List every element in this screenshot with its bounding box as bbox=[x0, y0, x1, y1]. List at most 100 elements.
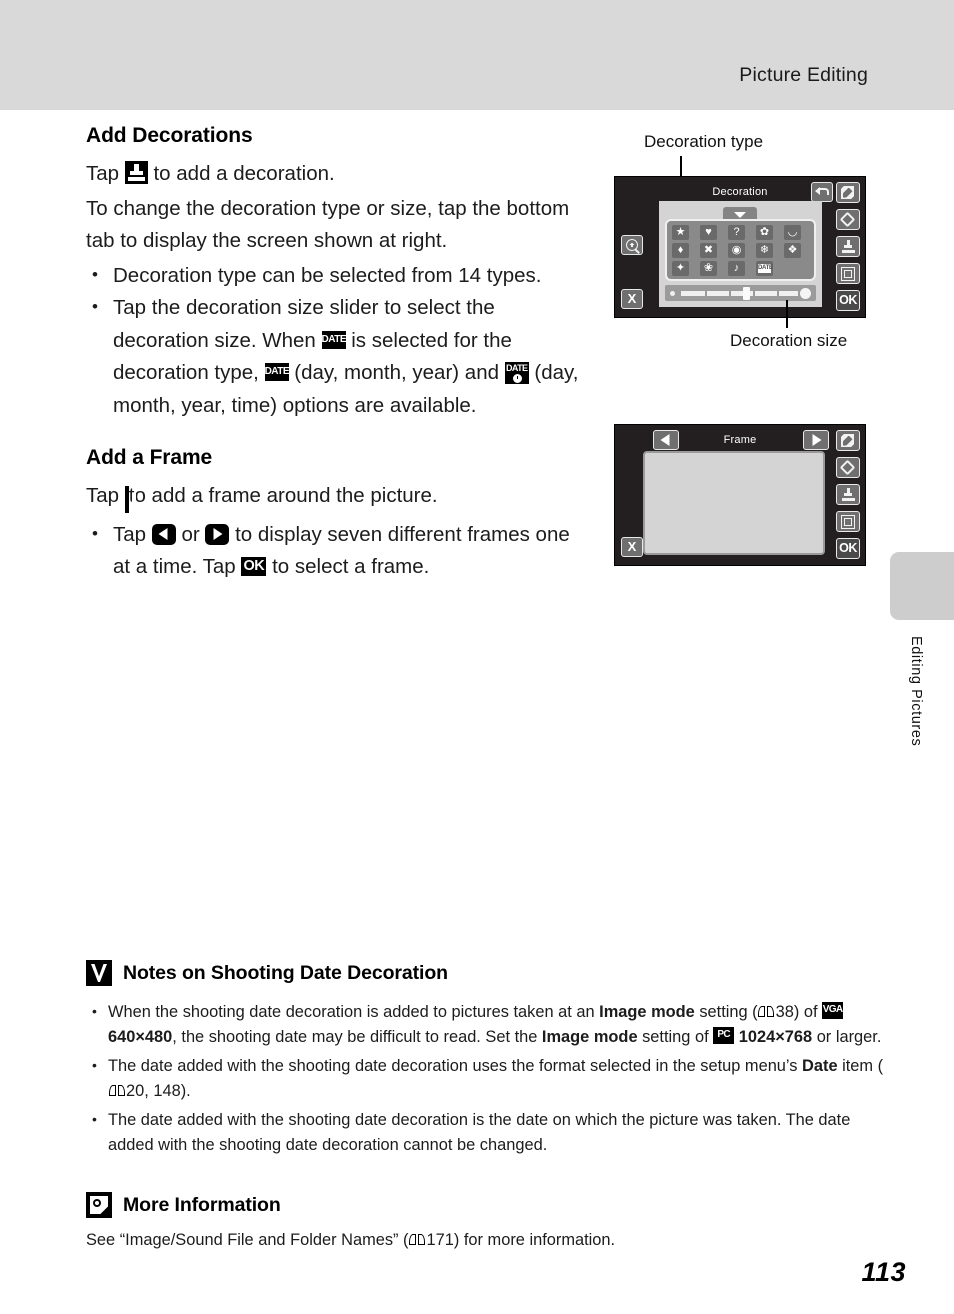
zoom-button[interactable] bbox=[621, 235, 643, 255]
info-page-ref: 171 bbox=[426, 1231, 454, 1249]
previous-frame-button[interactable] bbox=[653, 430, 679, 450]
frame-screen-illustration: Frame X OK bbox=[614, 424, 866, 566]
info-icon bbox=[86, 1192, 112, 1218]
vga-icon: VGA bbox=[822, 1002, 844, 1019]
add-decorations-paragraph: To change the decoration type or size, t… bbox=[86, 196, 570, 253]
cancel-button[interactable]: X bbox=[621, 537, 643, 557]
close-x-icon: X bbox=[627, 539, 637, 554]
decoration-type-panel: ★ ♥ ? ✿ ◡ ♦ ✖ ◉ ❄ ❖ ✦ ❀ ♪ DATE bbox=[665, 219, 816, 281]
note-page-ref: 38 bbox=[775, 1003, 794, 1021]
pencil-tool-button[interactable] bbox=[836, 182, 860, 203]
ok-button[interactable]: OK bbox=[836, 290, 860, 311]
stamp-icon bbox=[841, 488, 855, 502]
note-text: When the shooting date decoration is add… bbox=[108, 1003, 600, 1021]
decoration-cell-headphones[interactable]: ◡ bbox=[784, 225, 801, 240]
left-arrow-icon bbox=[654, 431, 678, 449]
notes-info-body: See “Image/Sound File and Folder Names” … bbox=[86, 1231, 615, 1250]
eraser-tool-button[interactable] bbox=[836, 457, 860, 478]
decoration-cell-droplet[interactable]: ♦ bbox=[672, 243, 689, 258]
slider-knob[interactable] bbox=[743, 287, 750, 300]
note-bold: 640×480 bbox=[108, 1028, 173, 1046]
notes-info-title: More Information bbox=[123, 1193, 281, 1216]
book-reference-icon bbox=[758, 1005, 775, 1019]
section-heading-add-decorations: Add Decorations bbox=[86, 124, 253, 147]
note-text: item ( bbox=[837, 1057, 884, 1075]
decoration-size-slider[interactable] bbox=[665, 285, 816, 301]
date-icon: DATE bbox=[321, 330, 346, 349]
stamp-icon bbox=[124, 161, 148, 184]
ok-button[interactable]: OK bbox=[836, 538, 860, 559]
frame-tool-button[interactable] bbox=[836, 511, 860, 532]
note-text: ). bbox=[180, 1082, 191, 1100]
slider-max-marker bbox=[800, 288, 811, 299]
stamp-tool-button[interactable] bbox=[836, 484, 860, 505]
note-text: ) of bbox=[793, 1003, 823, 1021]
frame-tool-button[interactable] bbox=[836, 263, 860, 284]
stamp-tool-button[interactable] bbox=[836, 236, 860, 257]
main-text-column: Add Decorations Tap to add a decoration.… bbox=[86, 124, 586, 584]
stamp-icon bbox=[841, 240, 855, 254]
note-page-ref: 20, 148 bbox=[126, 1082, 181, 1100]
note-bold: 1024×768 bbox=[738, 1028, 813, 1046]
left-arrow-icon bbox=[151, 523, 176, 545]
pencil-icon bbox=[841, 186, 854, 199]
frame-bullet-part2: or bbox=[181, 522, 200, 546]
notes-info-header: More Information bbox=[86, 1192, 281, 1218]
note-text: The date added with the shooting date de… bbox=[108, 1057, 803, 1075]
note-text: or larger. bbox=[812, 1028, 882, 1046]
date-time-icon: DATE bbox=[504, 362, 529, 384]
note-item: When the shooting date decoration is add… bbox=[86, 999, 886, 1050]
undo-icon bbox=[815, 186, 830, 199]
add-decorations-intro: Tap to add a decoration. bbox=[86, 158, 586, 191]
decoration-cell-blossom[interactable]: ❀ bbox=[700, 261, 717, 276]
decoration-cell-date[interactable]: DATE bbox=[756, 261, 773, 276]
info-text-post: ) for more information. bbox=[453, 1231, 616, 1249]
note-text: setting of bbox=[637, 1028, 714, 1046]
book-reference-icon bbox=[108, 1084, 125, 1098]
frame-intro-post: to add a frame around the picture. bbox=[128, 484, 438, 507]
slider-track bbox=[681, 291, 798, 296]
decoration-cell-question[interactable]: ? bbox=[728, 225, 745, 240]
note-bold: Image mode bbox=[599, 1003, 695, 1021]
decoration-cell-note[interactable]: ♪ bbox=[728, 261, 745, 276]
eraser-tool-button[interactable] bbox=[836, 209, 860, 230]
page-header-title: Picture Editing bbox=[739, 64, 868, 86]
bullet-decoration-types: Decoration type can be selected from 14 … bbox=[86, 259, 586, 293]
decoration-screen-illustration: Decoration X OK ★ ♥ ? ✿ ◡ ♦ ✖ ◉ ❄ ❖ ✦ ❀ … bbox=[614, 176, 866, 318]
note-text: The date added with the shooting date de… bbox=[108, 1111, 851, 1154]
frame-icon bbox=[124, 486, 136, 513]
notes-caution-body: When the shooting date decoration is add… bbox=[86, 999, 886, 1162]
frame-bullet-part4: to select a frame. bbox=[272, 555, 430, 578]
decoration-picker-stage: ★ ♥ ? ✿ ◡ ♦ ✖ ◉ ❄ ❖ ✦ ❀ ♪ DATE bbox=[659, 201, 822, 307]
next-frame-button[interactable] bbox=[803, 430, 829, 450]
frame-intro-pre: Tap bbox=[86, 484, 120, 507]
decoration-cell-leaf[interactable]: ✿ bbox=[756, 225, 773, 240]
cancel-button[interactable]: X bbox=[621, 289, 643, 309]
date-dmy-icon: DATE bbox=[264, 363, 289, 381]
add-a-frame-intro: Tap to add a frame around the picture. bbox=[86, 480, 586, 517]
bullet-decoration-size: Tap the decoration size slider to select… bbox=[86, 291, 586, 422]
book-reference-icon bbox=[409, 1233, 426, 1247]
decoration-cell-star[interactable]: ★ bbox=[672, 225, 689, 240]
header-band bbox=[0, 0, 954, 110]
bullet-size-part3: (day, month, year) and bbox=[294, 361, 500, 384]
decoration-cell-heart[interactable]: ♥ bbox=[700, 225, 717, 240]
undo-button[interactable] bbox=[811, 182, 833, 202]
caution-icon bbox=[86, 960, 112, 986]
frame-icon bbox=[841, 515, 855, 529]
pencil-tool-button[interactable] bbox=[836, 430, 860, 451]
note-item: The date added with the shooting date de… bbox=[86, 1053, 886, 1104]
decoration-cell-butterfly[interactable]: ✖ bbox=[700, 243, 717, 258]
decoration-cell-sparkle[interactable]: ✦ bbox=[672, 261, 689, 276]
pencil-icon bbox=[841, 434, 854, 447]
note-text: setting ( bbox=[694, 1003, 758, 1021]
decoration-cell-ribbon[interactable]: ❄ bbox=[756, 243, 773, 258]
intro-post-text: to add a decoration. bbox=[153, 162, 335, 185]
notes-caution-title: Notes on Shooting Date Decoration bbox=[123, 961, 448, 984]
ok-icon: OK bbox=[839, 293, 857, 307]
decoration-cell-flower-ring[interactable]: ◉ bbox=[728, 243, 745, 258]
pc-icon: PC bbox=[713, 1027, 735, 1044]
page-number: 113 bbox=[861, 1257, 906, 1287]
decoration-cell-exclamation[interactable]: ❖ bbox=[784, 243, 801, 258]
frame-preview-area bbox=[643, 451, 825, 555]
